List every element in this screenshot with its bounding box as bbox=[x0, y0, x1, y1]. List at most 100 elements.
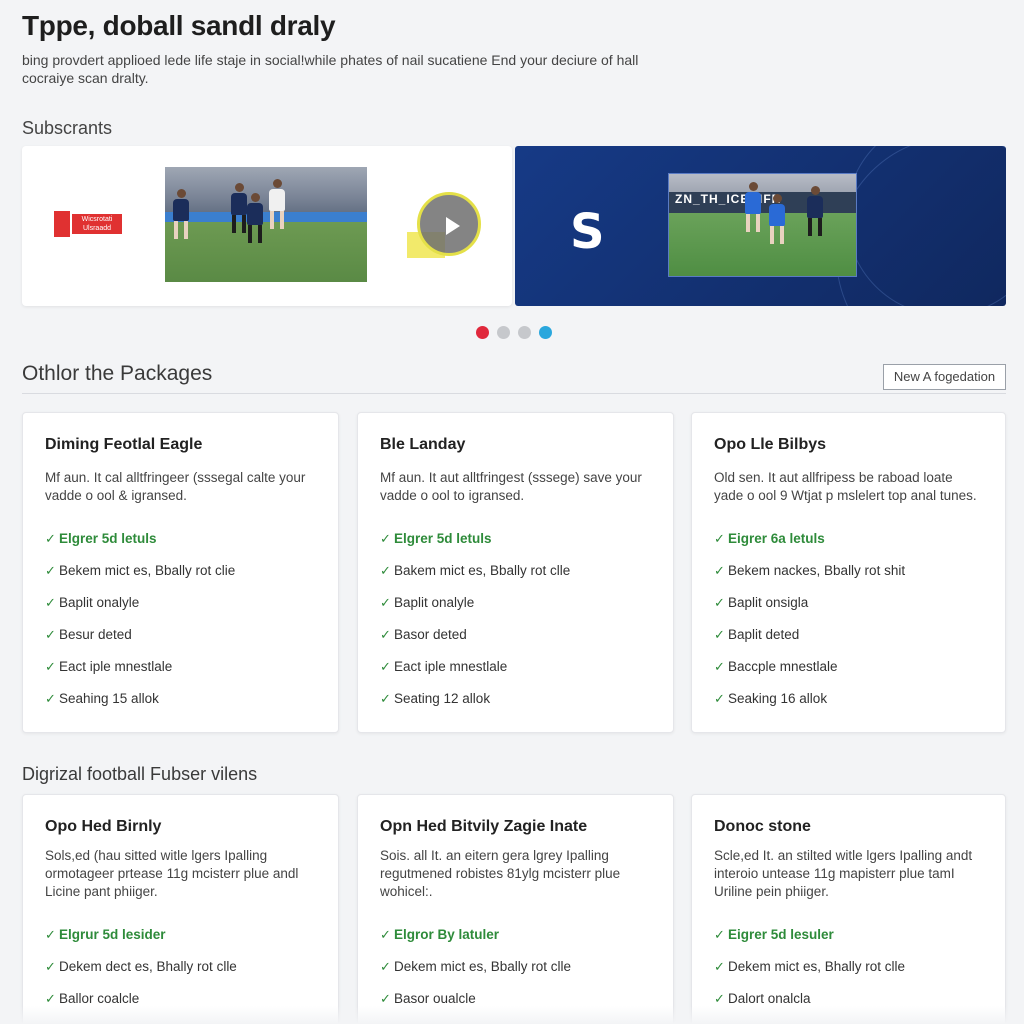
digital-heading: Digrizal football Fubser vilens bbox=[22, 764, 258, 784]
feature-label: Baplit onalyle bbox=[394, 595, 475, 610]
page-title: Tppe, doball sandl draly bbox=[22, 10, 336, 41]
feature-item: ✓ Elgror By latuler bbox=[380, 927, 499, 943]
check-icon: ✓ bbox=[45, 531, 56, 546]
feature-item: ✓ Baplit onsigla bbox=[714, 595, 808, 611]
carousel-slide-1[interactable]: Wicsrotati Ulsraadd bbox=[22, 146, 512, 306]
feature-label: Bakem mict es, Bbally rot clle bbox=[394, 563, 571, 578]
feature-label: Elgrer 5d letuls bbox=[59, 531, 157, 546]
card-title: Opn Hed Bitvily Zagie Inate bbox=[380, 818, 588, 835]
feature-item: ✓ Eigrer 6a letuls bbox=[714, 531, 825, 547]
package-card[interactable]: Opo Lle Bilbys Old sen. It aut allfripess… bbox=[691, 412, 1006, 733]
check-icon: ✓ bbox=[714, 991, 725, 1006]
feature-label: Baplit onalyle bbox=[59, 595, 140, 610]
feature-item: ✓ Bekem nackes, Bbally rot shit bbox=[714, 563, 905, 579]
new-package-button[interactable]: New A fogedation bbox=[883, 364, 1006, 390]
feature-item: ✓ Elgrur 5d lesider bbox=[45, 927, 166, 943]
check-icon: ✓ bbox=[380, 691, 391, 706]
check-icon: ✓ bbox=[45, 659, 56, 674]
feature-label: Elgrer 5d letuls bbox=[394, 531, 492, 546]
subscriptions-heading: Subscrants bbox=[22, 118, 113, 138]
play-icon[interactable] bbox=[417, 192, 481, 256]
feature-label: Dekem mict es, Bhally rot clle bbox=[728, 959, 906, 974]
check-icon: ✓ bbox=[714, 531, 725, 546]
check-icon: ✓ bbox=[380, 927, 391, 942]
card-description: Sols,ed (hau sitted witle lgers Ipalling… bbox=[45, 848, 299, 899]
packages-heading: Othlor the Packages bbox=[22, 362, 213, 385]
check-icon: ✓ bbox=[45, 991, 56, 1006]
carousel-dot-2[interactable] bbox=[497, 326, 510, 339]
feature-item: ✓ Dekem dect es, Bhally rot clle bbox=[45, 959, 237, 975]
carousel-slide-2[interactable]: S ZN_TH_ICE NFR bbox=[515, 146, 1006, 306]
feature-label: Ballor coalcle bbox=[59, 991, 140, 1006]
feature-label: Eigrer 5d lesuler bbox=[728, 927, 834, 942]
feature-label: Baplit deted bbox=[728, 627, 800, 642]
package-card[interactable]: Diming Feotlal Eagle Mf aun. It cal alltf… bbox=[22, 412, 339, 733]
brand-logo-text: Wicsrotati Ulsraadd bbox=[72, 214, 122, 234]
section-divider bbox=[22, 393, 1006, 394]
package-card[interactable]: Opo Hed Birnly Sols,ed (hau sitted witle … bbox=[22, 794, 339, 1024]
feature-item: ✓ Baplit onalyle bbox=[45, 595, 139, 611]
feature-label: Elgrur 5d lesider bbox=[59, 927, 166, 942]
carousel-dot-4[interactable] bbox=[539, 326, 552, 339]
feature-item: ✓ Eact iple mnestlale bbox=[380, 659, 507, 675]
check-icon: ✓ bbox=[45, 959, 56, 974]
check-icon: ✓ bbox=[380, 959, 391, 974]
brand-logo: Wicsrotati Ulsraadd bbox=[54, 211, 122, 237]
feature-item: ✓ Elgrer 5d letuls bbox=[45, 531, 157, 547]
check-icon: ✓ bbox=[714, 563, 725, 578]
check-icon: ✓ bbox=[714, 627, 725, 642]
feature-label: Seating 12 allok bbox=[394, 691, 491, 706]
feature-item: ✓ Dekem mict es, Bbally rot clle bbox=[380, 959, 571, 975]
feature-label: Dekem mict es, Bbally rot clle bbox=[394, 959, 572, 974]
feature-label: Baplit onsigla bbox=[728, 595, 809, 610]
feature-label: Basor oualcle bbox=[394, 991, 476, 1006]
check-icon: ✓ bbox=[714, 927, 725, 942]
check-icon: ✓ bbox=[380, 659, 391, 674]
feature-label: Baccple mnestlale bbox=[728, 659, 838, 674]
card-title: Opo Hed Birnly bbox=[45, 818, 162, 835]
card-description: Mf aun. It aut alltfringest (sssege) sav… bbox=[380, 470, 642, 503]
carousel-dot-3[interactable] bbox=[518, 326, 531, 339]
feature-item: ✓ Bekem mict es, Bbally rot clie bbox=[45, 563, 235, 579]
match-photo bbox=[165, 167, 367, 282]
feature-label: Dekem dect es, Bhally rot clle bbox=[59, 959, 237, 974]
package-card[interactable]: Ble Landay Mf aun. It aut alltfringest (s… bbox=[357, 412, 674, 733]
feature-item: ✓ Dekem mict es, Bhally rot clle bbox=[714, 959, 905, 975]
check-icon: ✓ bbox=[714, 659, 725, 674]
card-description: Mf aun. It cal alltfringeer (sssegal cal… bbox=[45, 470, 306, 503]
package-card[interactable]: Opn Hed Bitvily Zagie Inate Sois. all It.… bbox=[357, 794, 674, 1024]
carousel-dot-1[interactable] bbox=[476, 326, 489, 339]
feature-item: ✓ Seaking 16 allok bbox=[714, 691, 827, 707]
check-icon: ✓ bbox=[45, 691, 56, 706]
card-description: Scle,ed It. an stilted witle lgers Ipall… bbox=[714, 848, 973, 899]
feature-label: Eigrer 6a letuls bbox=[728, 531, 825, 546]
check-icon: ✓ bbox=[380, 991, 391, 1006]
feature-label: Seahing 15 allok bbox=[59, 691, 159, 706]
check-icon: ✓ bbox=[714, 959, 725, 974]
feature-label: Eact iple mnestlale bbox=[59, 659, 173, 674]
stadium-board-text: ZN_TH_ICE NFR bbox=[669, 192, 856, 213]
feature-label: Dalort onalcla bbox=[728, 991, 811, 1006]
card-title: Donoc stone bbox=[714, 818, 811, 835]
feature-item: ✓ Ballor coalcle bbox=[45, 991, 139, 1007]
check-icon: ✓ bbox=[380, 563, 391, 578]
feature-item: ✓ Dalort onalcla bbox=[714, 991, 811, 1007]
check-icon: ✓ bbox=[714, 595, 725, 610]
package-card[interactable]: Donoc stone Scle,ed It. an stilted witle … bbox=[691, 794, 1006, 1024]
feature-item: ✓ Seating 12 allok bbox=[380, 691, 490, 707]
card-title: Opo Lle Bilbys bbox=[714, 436, 827, 453]
feature-item: ✓ Eigrer 5d lesuler bbox=[714, 927, 834, 943]
check-icon: ✓ bbox=[380, 595, 391, 610]
feature-label: Eact iple mnestlale bbox=[394, 659, 508, 674]
feature-label: Seaking 16 allok bbox=[728, 691, 828, 706]
carousel-dots bbox=[476, 326, 560, 344]
page-intro: bing provdert applioed lede life staje i… bbox=[22, 52, 639, 86]
feature-item: ✓ Basor oualcle bbox=[380, 991, 476, 1007]
check-icon: ✓ bbox=[45, 595, 56, 610]
check-icon: ✓ bbox=[45, 927, 56, 942]
feature-item: ✓ Baccple mnestlale bbox=[714, 659, 838, 675]
feature-label: Elgror By latuler bbox=[394, 927, 500, 942]
feature-label: Bekem nackes, Bbally rot shit bbox=[728, 563, 906, 578]
check-icon: ✓ bbox=[380, 627, 391, 642]
check-icon: ✓ bbox=[714, 691, 725, 706]
